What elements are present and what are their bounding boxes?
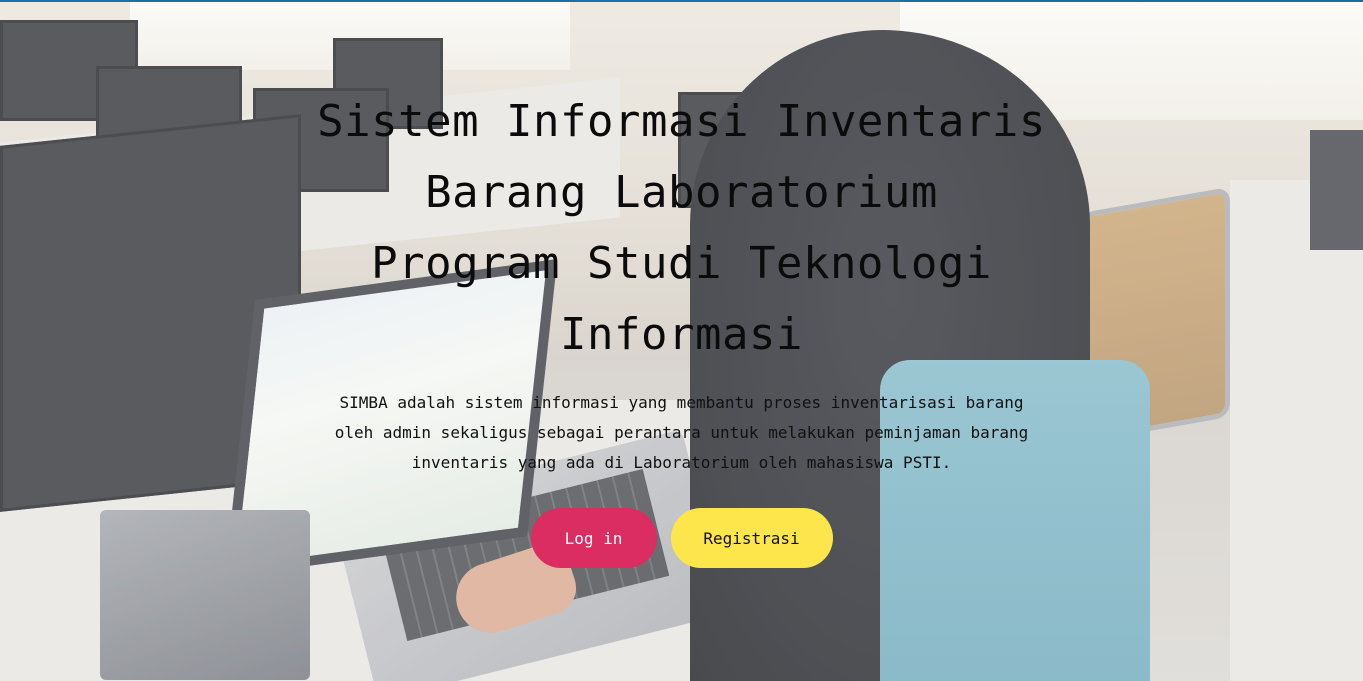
hero-content: Sistem Informasi Inventaris Barang Labor… [0, 0, 1363, 568]
description-line: inventaris yang ada di Laboratorium oleh… [411, 453, 952, 472]
description-line: oleh admin sekaligus sebagai perantara u… [334, 423, 1029, 442]
register-button[interactable]: Registrasi [670, 508, 833, 568]
title-line: Sistem Informasi Inventaris [317, 96, 1046, 147]
hero-description: SIMBA adalah sistem informasi yang memba… [302, 388, 1062, 478]
login-button[interactable]: Log in [530, 508, 657, 568]
title-line: Informasi [560, 309, 803, 360]
button-group: Log in Registrasi [0, 508, 1363, 568]
description-line: SIMBA adalah sistem informasi yang memba… [339, 393, 1024, 412]
title-line: Program Studi Teknologi [371, 238, 992, 289]
page-title: Sistem Informasi Inventaris Barang Labor… [302, 86, 1062, 370]
hero-section: Sistem Informasi Inventaris Barang Labor… [0, 0, 1363, 681]
title-line: Barang Laboratorium [425, 167, 938, 218]
